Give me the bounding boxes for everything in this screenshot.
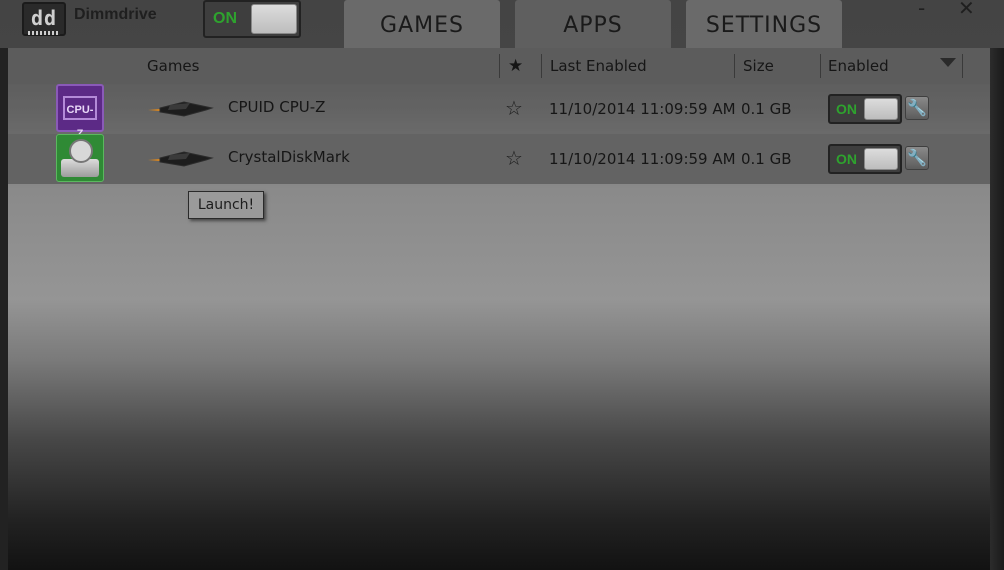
enabled-toggle[interactable]: ON [828,94,902,124]
column-header-enabled[interactable]: Enabled [828,48,889,84]
tab-apps[interactable]: APPS [515,0,671,48]
app-name: CrystalDiskMark [228,148,350,166]
master-toggle-label: ON [213,10,237,27]
favorite-star-icon[interactable]: ☆ [505,84,523,132]
column-header-games[interactable]: Games [147,48,199,84]
table-row[interactable]: CrystalDiskMark ☆ 11/10/2014 11:09:59 AM… [8,134,990,184]
toggle-knob [864,148,898,170]
settings-wrench-icon[interactable]: 🔧 [905,96,929,120]
cpuz-icon: CPU-Z [56,84,104,140]
column-header-favorite[interactable]: ★ [508,48,523,84]
app-window: dd Dimmdrive ON GAMES APPS SETTINGS - ✕ … [0,0,1004,570]
table-header: Games ★ Last Enabled Size Enabled [8,48,990,84]
column-divider[interactable] [820,54,821,78]
last-enabled-value: 11/10/2014 11:09:59 AM [549,150,736,168]
table-row[interactable]: CPU-Z CPUID CPU-Z ☆ 11/10/2014 11:09:59 … [8,84,990,140]
favorite-star-icon[interactable]: ☆ [505,134,523,182]
enabled-toggle-label: ON [836,151,857,167]
launch-jet-icon[interactable] [146,98,216,120]
app-title: Dimmdrive [74,6,157,23]
minimize-button[interactable]: - [918,0,925,20]
column-divider[interactable] [734,54,735,78]
dimmdrive-logo: dd [22,2,66,36]
last-enabled-value: 11/10/2014 11:09:59 AM [549,100,736,118]
app-name: CPUID CPU-Z [228,98,326,116]
tab-games[interactable]: GAMES [344,0,500,48]
close-button[interactable]: ✕ [958,0,975,20]
enabled-toggle[interactable]: ON [828,144,902,174]
size-value: 0.1 GB [741,100,792,118]
toggle-knob [864,98,898,120]
launch-tooltip: Launch! [188,191,264,219]
column-header-last-enabled[interactable]: Last Enabled [550,48,647,84]
column-divider[interactable] [499,54,500,78]
crystaldiskmark-icon [56,134,104,182]
column-divider[interactable] [962,54,963,78]
cpuz-icon-text: CPU-Z [63,96,97,140]
tab-settings[interactable]: SETTINGS [686,0,842,48]
sort-dropdown-icon[interactable] [940,58,956,67]
enabled-toggle-label: ON [836,101,857,117]
launch-jet-icon[interactable] [146,148,216,170]
master-enable-toggle[interactable]: ON [203,0,301,38]
gauge-graphic [69,139,93,163]
settings-wrench-icon[interactable]: 🔧 [905,146,929,170]
window-frame-left [0,48,8,570]
column-header-size[interactable]: Size [743,48,774,84]
column-divider[interactable] [541,54,542,78]
window-frame-right [990,48,1004,570]
toggle-knob [251,4,297,34]
size-value: 0.1 GB [741,150,792,168]
